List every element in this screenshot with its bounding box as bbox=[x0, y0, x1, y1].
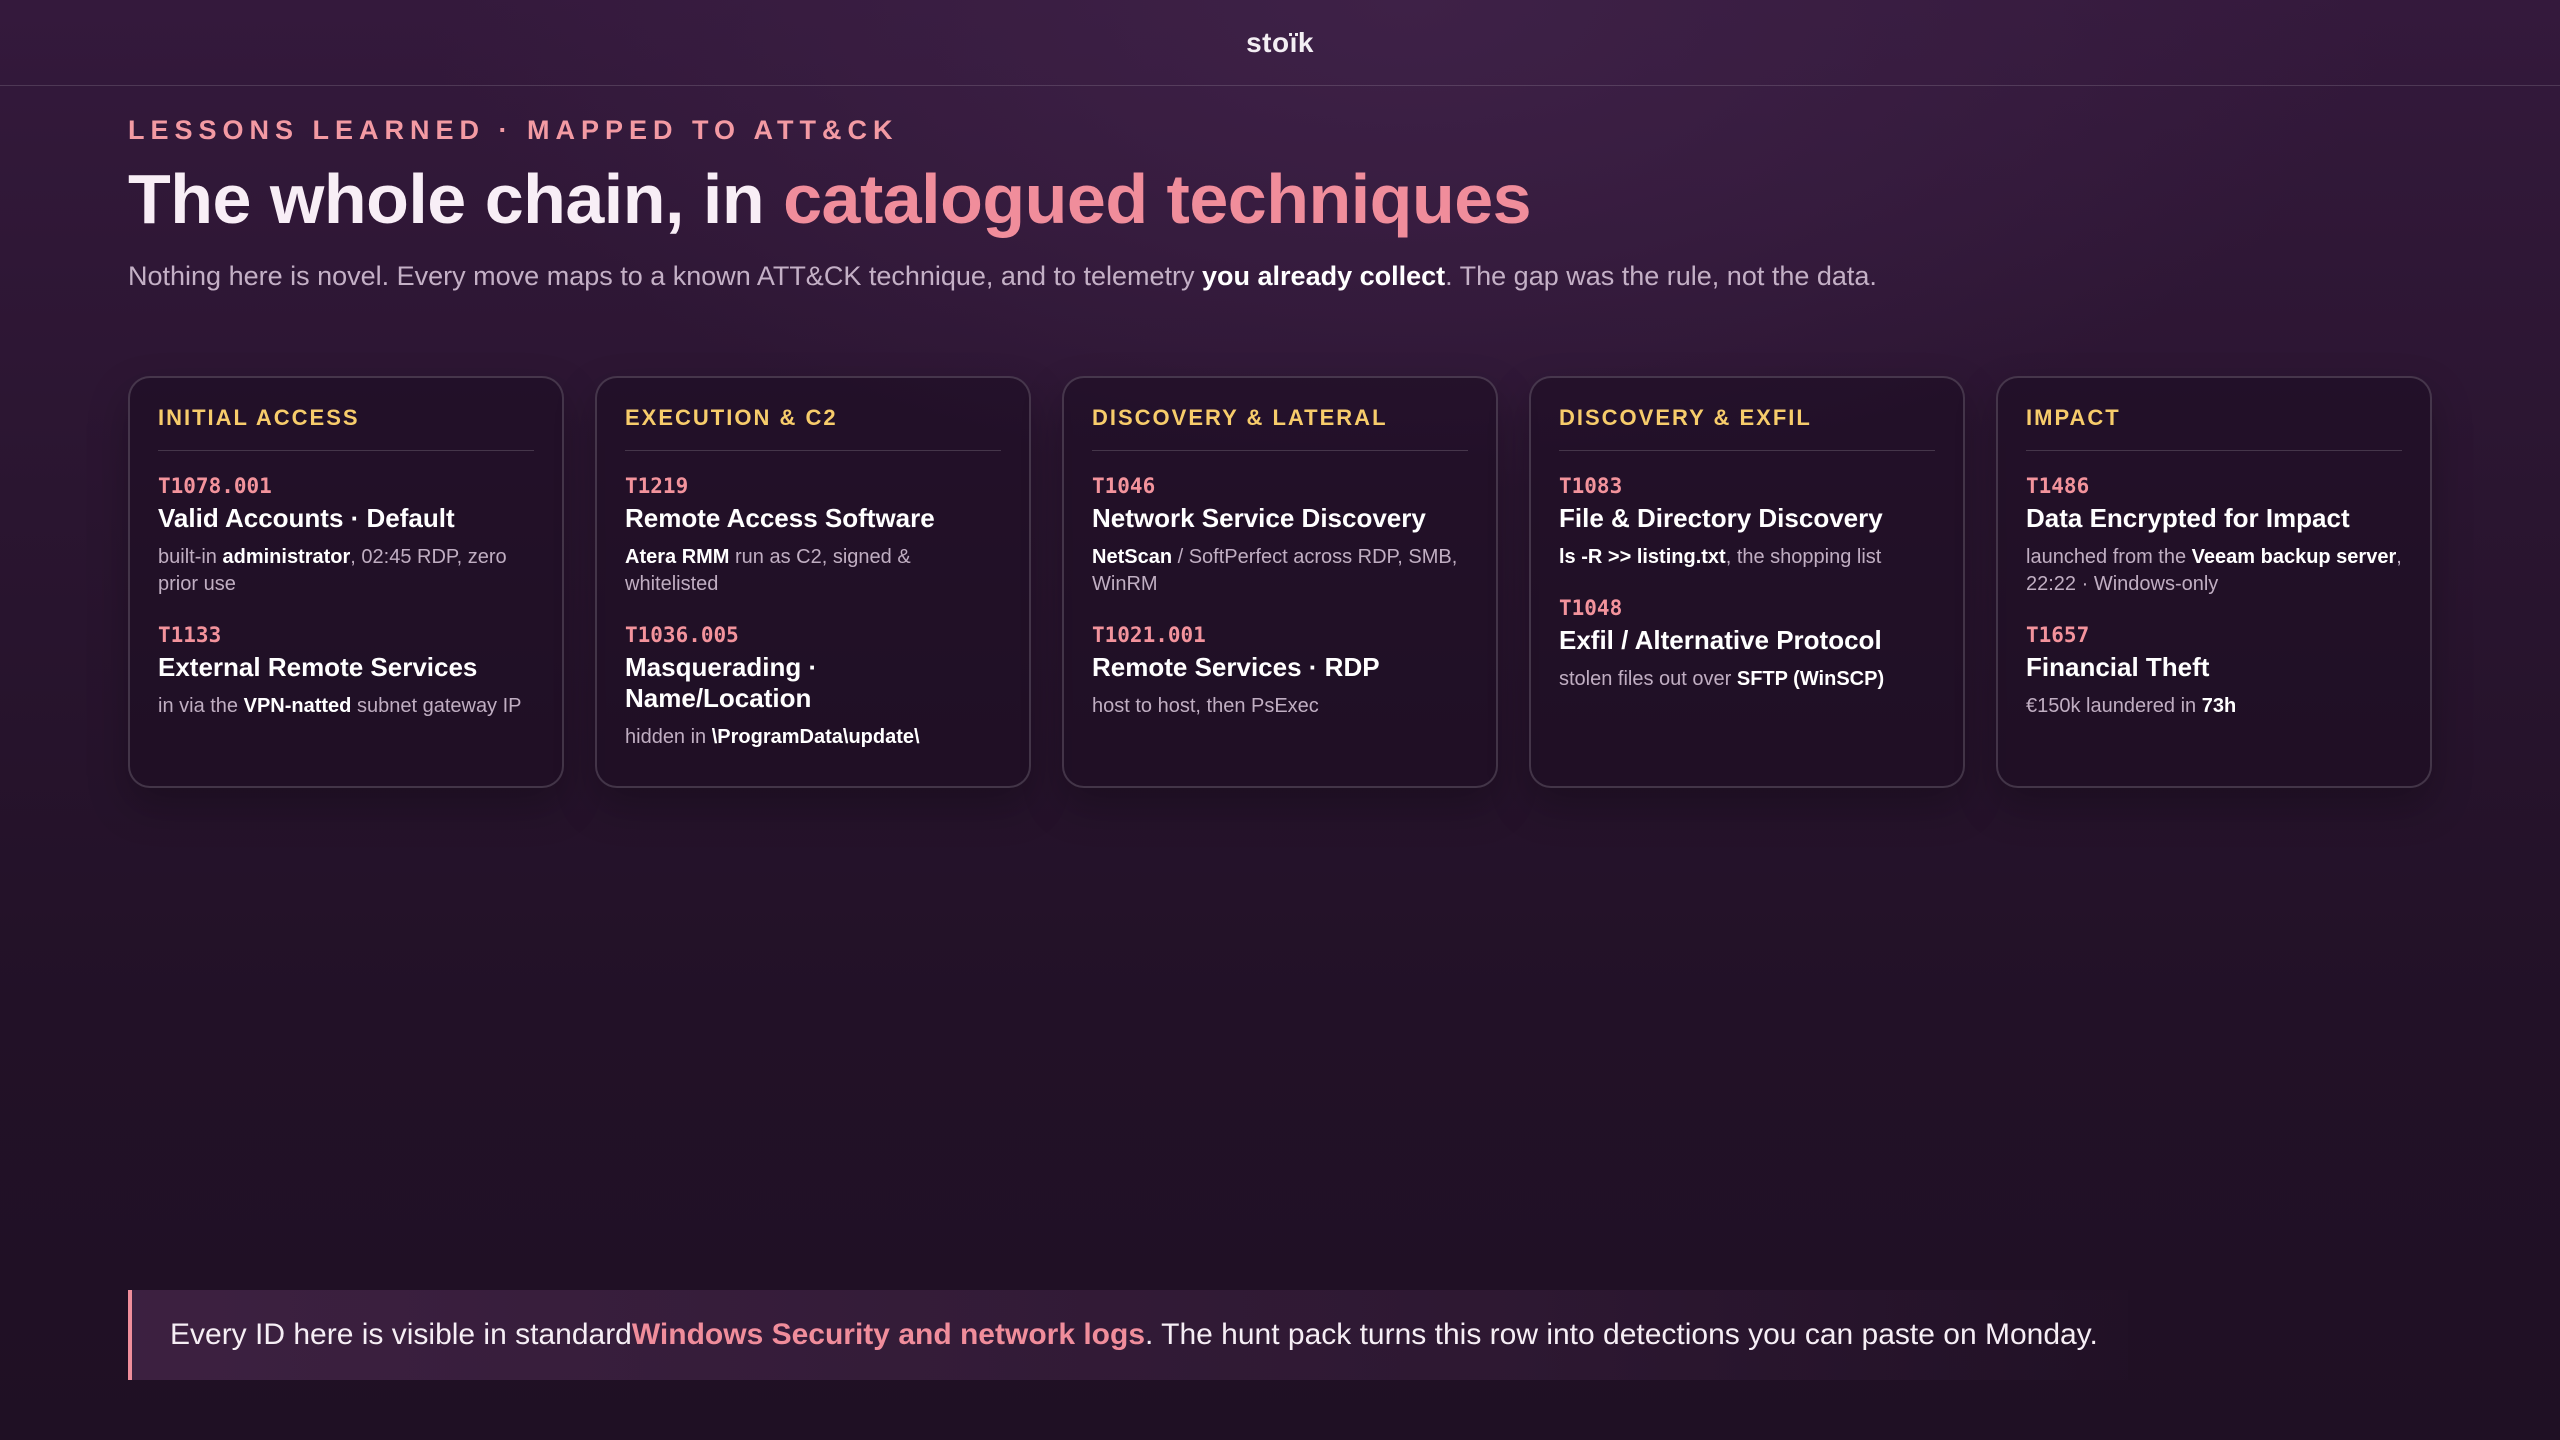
desc-text: in via the bbox=[158, 695, 244, 717]
technique-description: launched from the Veeam backup server, 2… bbox=[2026, 544, 2402, 598]
card-heading: INITIAL ACCESS bbox=[158, 404, 534, 451]
technique-name: Exfil / Alternative Protocol bbox=[1559, 625, 1882, 655]
desc-emphasis: SFTP (WinSCP) bbox=[1736, 668, 1885, 690]
page-header: LESSONS LEARNED · MAPPED TO ATT&CK The w… bbox=[128, 112, 2428, 294]
title-text: The whole chain, in bbox=[128, 160, 784, 238]
card-execution-c2: EXECUTION & C2 T1219 Remote Access Softw… bbox=[595, 376, 1031, 788]
technique-item: T1083 File & Directory Discovery ls -R >… bbox=[1559, 473, 1935, 571]
technique-item: T1486 Data Encrypted for Impact launched… bbox=[2026, 473, 2402, 598]
card-heading: IMPACT bbox=[2026, 404, 2402, 451]
desc-emphasis: administrator bbox=[222, 546, 351, 568]
technique-description: in via the VPN-natted subnet gateway IP bbox=[158, 693, 534, 720]
technique-description: ls -R >> listing.txt, the shopping list bbox=[1559, 544, 1935, 571]
technique-item: T1021.001 Remote Services · RDP host to … bbox=[1092, 622, 1468, 720]
technique-description: built-in administrator, 02:45 RDP, zero … bbox=[158, 544, 534, 598]
technique-item: T1046 Network Service Discovery NetScan … bbox=[1092, 473, 1468, 598]
desc-text: host to host, then PsExec bbox=[1092, 695, 1319, 717]
technique-description: NetScan / SoftPerfect across RDP, SMB, W… bbox=[1092, 544, 1468, 598]
desc-text: hidden in bbox=[625, 726, 712, 748]
subtitle-text-end: . The gap was the rule, not the data. bbox=[1445, 261, 1877, 291]
technique-id: T1021.001 bbox=[1092, 623, 1206, 647]
brand-logo: stoïk bbox=[1246, 26, 1314, 58]
technique-name: File & Directory Discovery bbox=[1559, 503, 1883, 533]
page-subtitle: Nothing here is novel. Every move maps t… bbox=[128, 258, 2428, 294]
subtitle-emphasis: you already collect bbox=[1202, 261, 1446, 291]
technique-id: T1046 bbox=[1092, 474, 1156, 498]
desc-emphasis: Veeam backup server bbox=[2191, 546, 2397, 568]
page-title: The whole chain, in catalogued technique… bbox=[128, 156, 2428, 242]
technique-name: Network Service Discovery bbox=[1092, 503, 1426, 533]
card-initial-access: INITIAL ACCESS T1078.001 Valid Accounts … bbox=[128, 376, 564, 788]
technique-id: T1036.005 bbox=[625, 623, 739, 647]
technique-description: Atera RMM run as C2, signed & whiteliste… bbox=[625, 544, 1001, 598]
technique-id: T1078.001 bbox=[158, 474, 272, 498]
technique-description: host to host, then PsExec bbox=[1092, 693, 1468, 720]
technique-item: T1219 Remote Access Software Atera RMM r… bbox=[625, 473, 1001, 598]
desc-text: stolen files out over bbox=[1559, 668, 1737, 690]
section-eyebrow: LESSONS LEARNED · MAPPED TO ATT&CK bbox=[128, 115, 899, 145]
callout-text-start: Every ID here is visible in standard bbox=[170, 1318, 632, 1351]
technique-name: External Remote Services bbox=[158, 652, 478, 682]
top-bar: stoïk bbox=[0, 0, 2560, 86]
technique-name: Valid Accounts · Default bbox=[158, 503, 455, 533]
desc-text: built-in bbox=[158, 546, 223, 568]
card-discovery-lateral: DISCOVERY & LATERAL T1046 Network Servic… bbox=[1062, 376, 1498, 788]
desc-text: €150k laundered in bbox=[2026, 695, 2202, 717]
technique-description: stolen files out over SFTP (WinSCP) bbox=[1559, 666, 1935, 693]
callout-emphasis: Windows Security and network logs bbox=[631, 1318, 1146, 1351]
subtitle-text-start: Nothing here is novel. Every move maps t… bbox=[128, 261, 1203, 291]
technique-id: T1048 bbox=[1559, 596, 1623, 620]
technique-name: Financial Theft bbox=[2026, 652, 2210, 682]
technique-cards: INITIAL ACCESS T1078.001 Valid Accounts … bbox=[128, 376, 2432, 788]
technique-name: Data Encrypted for Impact bbox=[2026, 503, 2350, 533]
card-discovery-exfil: DISCOVERY & EXFIL T1083 File & Directory… bbox=[1529, 376, 1965, 788]
technique-item: T1036.005 Masquerading · Name/Location h… bbox=[625, 622, 1001, 751]
desc-emphasis: 73h bbox=[2201, 695, 2237, 717]
technique-item: T1657 Financial Theft €150k laundered in… bbox=[2026, 622, 2402, 720]
technique-id: T1133 bbox=[158, 623, 222, 647]
technique-id: T1657 bbox=[2026, 623, 2090, 647]
callout-banner: Every ID here is visible in standard Win… bbox=[128, 1290, 2128, 1380]
technique-description: €150k laundered in 73h bbox=[2026, 693, 2402, 720]
desc-text: subnet gateway IP bbox=[351, 695, 522, 717]
desc-text: , the shopping list bbox=[1725, 546, 1882, 568]
technique-id: T1219 bbox=[625, 474, 689, 498]
desc-text: launched from the bbox=[2026, 546, 2192, 568]
card-heading: EXECUTION & C2 bbox=[625, 404, 1001, 451]
technique-name: Remote Access Software bbox=[625, 503, 935, 533]
technique-name: Masquerading · Name/Location bbox=[625, 652, 818, 713]
title-accent: catalogued techniques bbox=[783, 160, 1532, 238]
card-heading: DISCOVERY & EXFIL bbox=[1559, 404, 1935, 451]
callout-text-end: . The hunt pack turns this row into dete… bbox=[1145, 1318, 2098, 1351]
technique-item: T1133 External Remote Services in via th… bbox=[158, 622, 534, 720]
card-impact: IMPACT T1486 Data Encrypted for Impact l… bbox=[1996, 376, 2432, 788]
desc-emphasis: VPN-natted bbox=[243, 695, 352, 717]
technique-item: T1048 Exfil / Alternative Protocol stole… bbox=[1559, 595, 1935, 693]
technique-name: Remote Services · RDP bbox=[1092, 652, 1380, 682]
technique-id: T1486 bbox=[2026, 474, 2090, 498]
technique-item: T1078.001 Valid Accounts · Default built… bbox=[158, 473, 534, 598]
desc-emphasis: \ProgramData\update\ bbox=[711, 726, 920, 748]
card-heading: DISCOVERY & LATERAL bbox=[1092, 404, 1468, 451]
desc-emphasis: ls -R >> listing.txt bbox=[1559, 546, 1726, 568]
desc-emphasis: Atera RMM bbox=[625, 546, 730, 568]
desc-emphasis: NetScan bbox=[1092, 546, 1173, 568]
technique-description: hidden in \ProgramData\update\ bbox=[625, 724, 1001, 751]
technique-id: T1083 bbox=[1559, 474, 1623, 498]
